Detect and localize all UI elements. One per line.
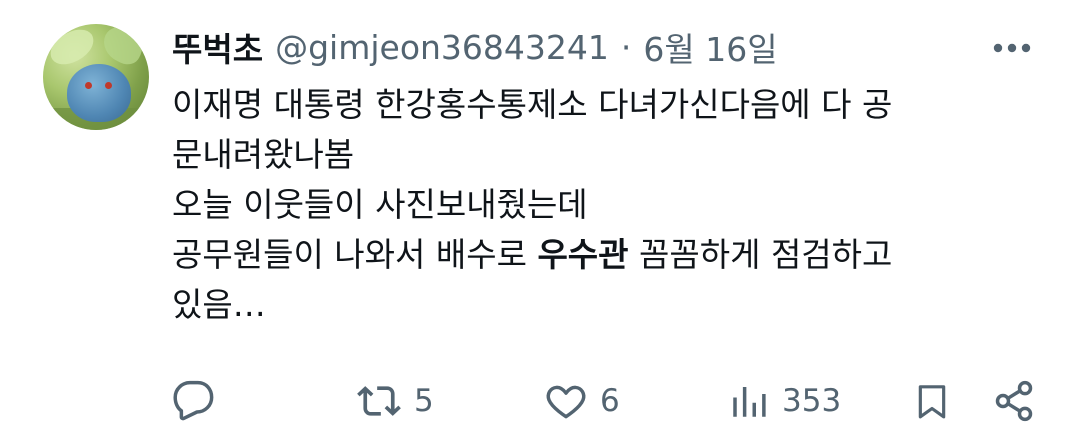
bookmark-icon — [918, 385, 946, 419]
tweet-text-segment: 공무원들이 나와서 배수로 — [172, 235, 538, 274]
avatar-leaf — [97, 24, 149, 69]
tweet[interactable]: 뚜벅초 @gimjeon36843241 · 6월 16일 이재명 대통령 한강… — [0, 0, 1080, 441]
user-handle[interactable]: @gimjeon36843241 — [275, 28, 609, 67]
views-button[interactable]: 353 — [728, 376, 841, 426]
separator-dot: · — [620, 27, 632, 67]
retweet-icon — [357, 386, 401, 416]
avatar[interactable] — [43, 24, 149, 130]
views-icon — [733, 387, 766, 417]
avatar-leaf — [45, 25, 99, 69]
tweet-text: 이재명 대통령 한강홍수통제소 다녀가신다음에 다 공 문내려왔나봄 오늘 이웃… — [172, 80, 1052, 330]
more-options-button[interactable] — [988, 30, 1036, 66]
tweet-line: 있음… — [172, 285, 266, 324]
tweet-line: 문내려왔나봄 — [172, 135, 355, 174]
share-icon — [995, 380, 1033, 422]
tweet-line: 이재명 대통령 한강홍수통제소 다녀가신다음에 다 공 — [172, 85, 893, 124]
avatar-eye — [105, 82, 112, 89]
reply-button[interactable] — [172, 376, 216, 426]
retweet-count: 5 — [414, 383, 434, 419]
share-button[interactable] — [992, 376, 1036, 426]
tweet-line: 공무원들이 나와서 배수로 우수관 꼼꼼하게 점검하고 — [172, 230, 1052, 280]
display-name[interactable]: 뚜벅초 — [172, 23, 263, 71]
tweet-actions: 5 6 353 — [172, 376, 1042, 426]
retweet-button[interactable]: 5 — [356, 376, 434, 426]
avatar-eye — [85, 82, 92, 89]
views-count: 353 — [782, 383, 842, 419]
bookmark-button[interactable] — [912, 376, 952, 426]
tweet-header: 뚜벅초 @gimjeon36843241 · 6월 16일 — [172, 24, 778, 70]
tweet-date[interactable]: 6월 16일 — [643, 23, 777, 71]
heart-icon — [546, 385, 586, 419]
like-button[interactable]: 6 — [544, 376, 620, 426]
tweet-line: 오늘 이웃들이 사진보내줬는데 — [172, 185, 588, 224]
more-icon — [993, 43, 1031, 53]
like-count: 6 — [600, 383, 620, 419]
reply-icon — [173, 380, 214, 421]
tweet-text-segment: 꼼꼼하게 점검하고 — [628, 235, 893, 274]
avatar-creature — [67, 64, 131, 122]
tweet-bold-text: 우수관 — [537, 235, 629, 274]
